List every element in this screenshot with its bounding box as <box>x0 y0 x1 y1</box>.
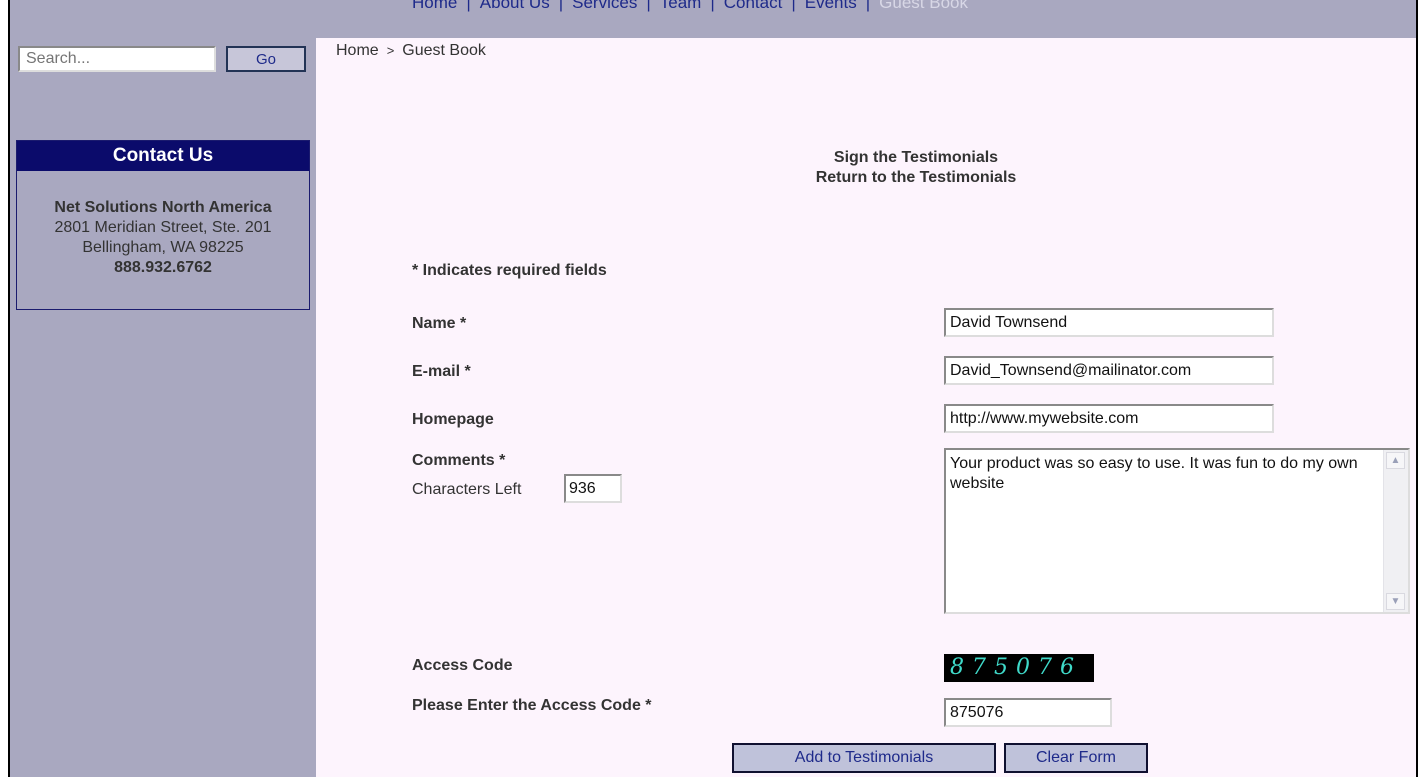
phone-number: 888.932.6762 <box>114 259 212 276</box>
nav-home[interactable]: Home <box>412 0 457 12</box>
nav-separator: | <box>558 0 564 12</box>
enter-access-code-label: Please Enter the Access Code * <box>412 697 652 714</box>
contact-box: Contact Us Net Solutions North America 2… <box>16 140 310 310</box>
name-field[interactable] <box>944 308 1274 337</box>
scroll-down-icon[interactable]: ▼ <box>1386 593 1405 610</box>
scroll-up-icon[interactable]: ▲ <box>1386 452 1405 469</box>
captcha-image: 875076 <box>944 654 1094 682</box>
characters-left-label: Characters Left <box>412 481 522 498</box>
required-fields-note: * Indicates required fields <box>412 262 607 279</box>
nav-separator: | <box>646 0 651 12</box>
email-label: E-mail * <box>412 363 471 380</box>
address-line-2: Bellingham, WA 98225 <box>82 239 244 256</box>
nav-separator: | <box>865 0 871 12</box>
address-line-1: 2801 Meridian Street, Ste. 201 <box>54 219 272 236</box>
company-name: Net Solutions North America <box>54 199 272 216</box>
comments-label: Comments * <box>412 452 506 469</box>
nav-contact[interactable]: Contact <box>724 0 783 12</box>
email-field[interactable] <box>944 356 1274 385</box>
nav-team[interactable]: Team <box>660 0 702 12</box>
homepage-label: Homepage <box>412 411 494 428</box>
testimonial-links: Sign the Testimonials Return to the Test… <box>616 148 1216 188</box>
name-label: Name * <box>412 315 467 332</box>
search-go-button[interactable]: Go <box>226 46 306 72</box>
nav-separator: | <box>710 0 715 12</box>
sign-testimonials-link[interactable]: Sign the Testimonials <box>834 149 998 166</box>
nav-about-us[interactable]: About Us <box>480 0 550 12</box>
comments-scrollbar[interactable]: ▲ ▼ <box>1383 450 1408 612</box>
breadcrumb: Home > Guest Book <box>336 42 486 60</box>
breadcrumb-separator: > <box>386 43 395 58</box>
contact-details: Net Solutions North America 2801 Meridia… <box>17 198 309 278</box>
breadcrumb-home[interactable]: Home <box>336 42 379 59</box>
characters-left-counter <box>564 474 622 503</box>
comments-textarea[interactable]: Your product was so easy to use. It was … <box>944 448 1410 614</box>
homepage-field[interactable] <box>944 404 1274 433</box>
sidebar: Go Contact Us Net Solutions North Americ… <box>10 38 316 777</box>
nav-guest-book[interactable]: Guest Book <box>879 0 968 12</box>
top-nav-bar: Home | About Us | Services | Team | Contact | Even… <box>10 0 1416 38</box>
add-to-testimonials-button[interactable]: Add to Testimonials <box>732 743 996 773</box>
breadcrumb-current: Guest Book <box>402 42 486 59</box>
return-testimonials-link[interactable]: Return to the Testimonials <box>816 169 1017 186</box>
search-input[interactable] <box>18 46 216 72</box>
comments-text: Your product was so easy to use. It was … <box>950 455 1363 492</box>
main-content: Home > Guest Book Sign the Testimonials Re… <box>316 38 1416 777</box>
nav-events[interactable]: Events <box>805 0 857 12</box>
contact-heading: Contact Us <box>17 141 309 171</box>
nav-separator: | <box>791 0 796 12</box>
access-code-field[interactable] <box>944 698 1112 727</box>
main-nav: Home | About Us | Services | Team | Contact | Even… <box>412 0 968 23</box>
nav-separator: | <box>466 0 471 12</box>
access-code-label: Access Code <box>412 657 513 674</box>
page-frame: Home | About Us | Services | Team | Contact | Even… <box>8 0 1418 777</box>
nav-services[interactable]: Services <box>572 0 637 12</box>
clear-form-button[interactable]: Clear Form <box>1004 743 1148 773</box>
